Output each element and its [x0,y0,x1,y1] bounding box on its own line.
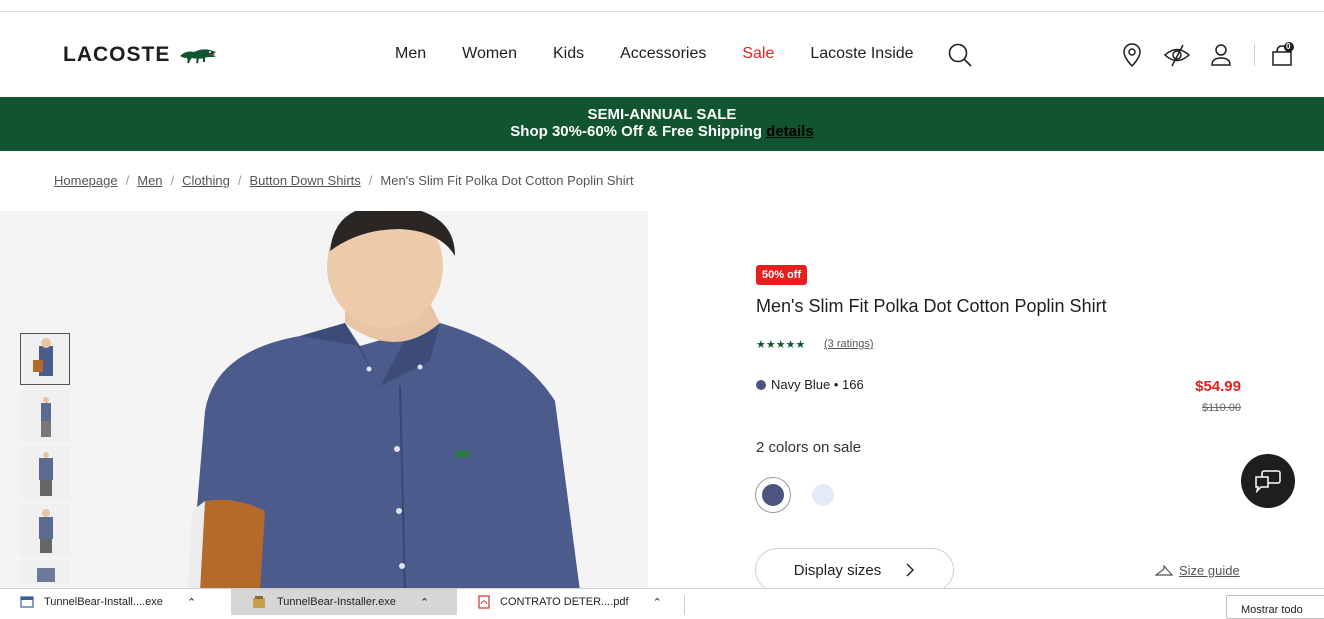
exe-file-icon [20,596,34,608]
chevron-up-icon[interactable]: ⌃ [187,596,196,609]
search-icon[interactable] [947,42,973,68]
swatch-light-blue[interactable] [805,477,841,513]
download-item-2[interactable]: TunnelBear-Installer.exe ⌃ [231,589,457,615]
color-label: Navy Blue • 166 [771,377,864,392]
promo-banner: SEMI-ANNUAL SALE Shop 30%-60% Off & Free… [0,97,1324,151]
color-dot-icon [756,379,766,390]
download-item-1[interactable]: TunnelBear-Install....exe ⌃ [0,589,230,615]
thumbnail-4[interactable] [20,504,70,556]
colors-on-sale-label: 2 colors on sale [756,439,862,456]
thumbnail-image [39,452,53,496]
swatch-light-blue-fill [812,484,834,506]
chat-bubbles-icon [1255,470,1281,493]
size-guide-link[interactable]: Size guide [1155,563,1240,578]
display-sizes-button[interactable]: Display sizes [755,548,954,592]
thumbnail-2[interactable] [20,390,70,442]
breadcrumb-separator: / [237,173,242,188]
breadcrumb-button-down-shirts[interactable]: Button Down Shirts [249,173,360,188]
nav-women[interactable]: Women [462,45,517,63]
size-guide-label: Size guide [1179,563,1240,578]
banner-subtitle: Shop 30%-60% Off & Free Shipping details [0,123,1324,141]
thumbnail-image [33,338,53,376]
downloads-separator [684,595,685,615]
installer-file-icon [253,596,265,608]
banner-text: Shop 30%-60% Off & Free Shipping [510,123,762,140]
product-photo[interactable] [0,211,648,591]
breadcrumb-separator: / [368,173,373,188]
cart-icon[interactable] [1270,42,1296,68]
store-locator-icon[interactable] [1121,42,1143,68]
swatch-navy[interactable] [755,477,791,513]
accessibility-eye-icon[interactable] [1163,42,1191,68]
breadcrumb-men[interactable]: Men [137,173,162,188]
original-price: $110.00 [1202,402,1241,414]
lacoste-logo[interactable]: LACOSTE [63,43,218,67]
thumbnail-1[interactable] [20,333,70,385]
thumbnail-3[interactable] [20,447,70,499]
download-filename: TunnelBear-Install....exe [44,596,163,608]
main-nav: Men Women Kids Accessories Sale Lacoste … [395,45,950,63]
selected-color: Navy Blue • 166 [756,377,864,392]
pdf-file-icon [478,595,490,609]
breadcrumb-current: Men's Slim Fit Polka Dot Cotton Poplin S… [380,173,634,188]
banner-title: SEMI-ANNUAL SALE [587,106,737,123]
download-item-3[interactable]: CONTRATO DETER....pdf ⌃ [458,589,684,615]
discount-badge: 50% off [756,265,808,285]
thumbnail-image [41,397,51,437]
crocodile-icon [180,49,217,64]
breadcrumb-homepage[interactable]: Homepage [54,173,118,188]
thumbnail-image [39,509,53,553]
nav-men[interactable]: Men [395,45,426,63]
banner-details-link[interactable]: details [766,123,814,140]
product-title: Men's Slim Fit Polka Dot Cotton Poplin S… [756,296,1107,316]
ratings-link[interactable]: (3 ratings) [824,338,874,350]
site-header: LACOSTE Men Women Kids Accessories Sale … [0,12,1324,97]
swatch-navy-fill [762,484,784,506]
chevron-up-icon[interactable]: ⌃ [420,596,429,609]
download-filename: TunnelBear-Installer.exe [277,596,396,608]
thumbnail-5[interactable] [20,561,70,583]
thumbnail-list [20,333,70,588]
display-sizes-label: Display sizes [793,561,882,579]
logo-text: LACOSTE [63,43,171,66]
nav-lacoste-inside[interactable]: Lacoste Inside [810,45,913,63]
nav-sale[interactable]: Sale [742,45,774,63]
model-image [0,211,648,591]
chevron-up-icon[interactable]: ⌃ [653,596,662,609]
breadcrumb-separator: / [125,173,130,188]
nav-kids[interactable]: Kids [553,45,584,63]
rating-stars: ★★★★★ [756,339,806,351]
header-separator [1254,44,1255,66]
breadcrumb-separator: / [170,173,175,188]
download-filename: CONTRATO DETER....pdf [500,596,629,608]
hanger-icon [1155,564,1173,576]
downloads-bar: TunnelBear-Install....exe ⌃ TunnelBear-I… [0,588,1324,619]
nav-accessories[interactable]: Accessories [620,45,706,63]
account-icon[interactable] [1210,42,1232,68]
chat-button[interactable] [1241,454,1295,508]
chevron-right-icon [906,563,915,577]
thumbnail-image [37,568,55,582]
cart-count: 0 [1286,42,1291,51]
breadcrumb-clothing[interactable]: Clothing [182,173,230,188]
sale-price: $54.99 [1195,378,1241,395]
show-all-downloads-button[interactable]: Mostrar todo [1226,595,1324,619]
breadcrumb: Homepage / Men / Clothing / Button Down … [54,173,634,188]
